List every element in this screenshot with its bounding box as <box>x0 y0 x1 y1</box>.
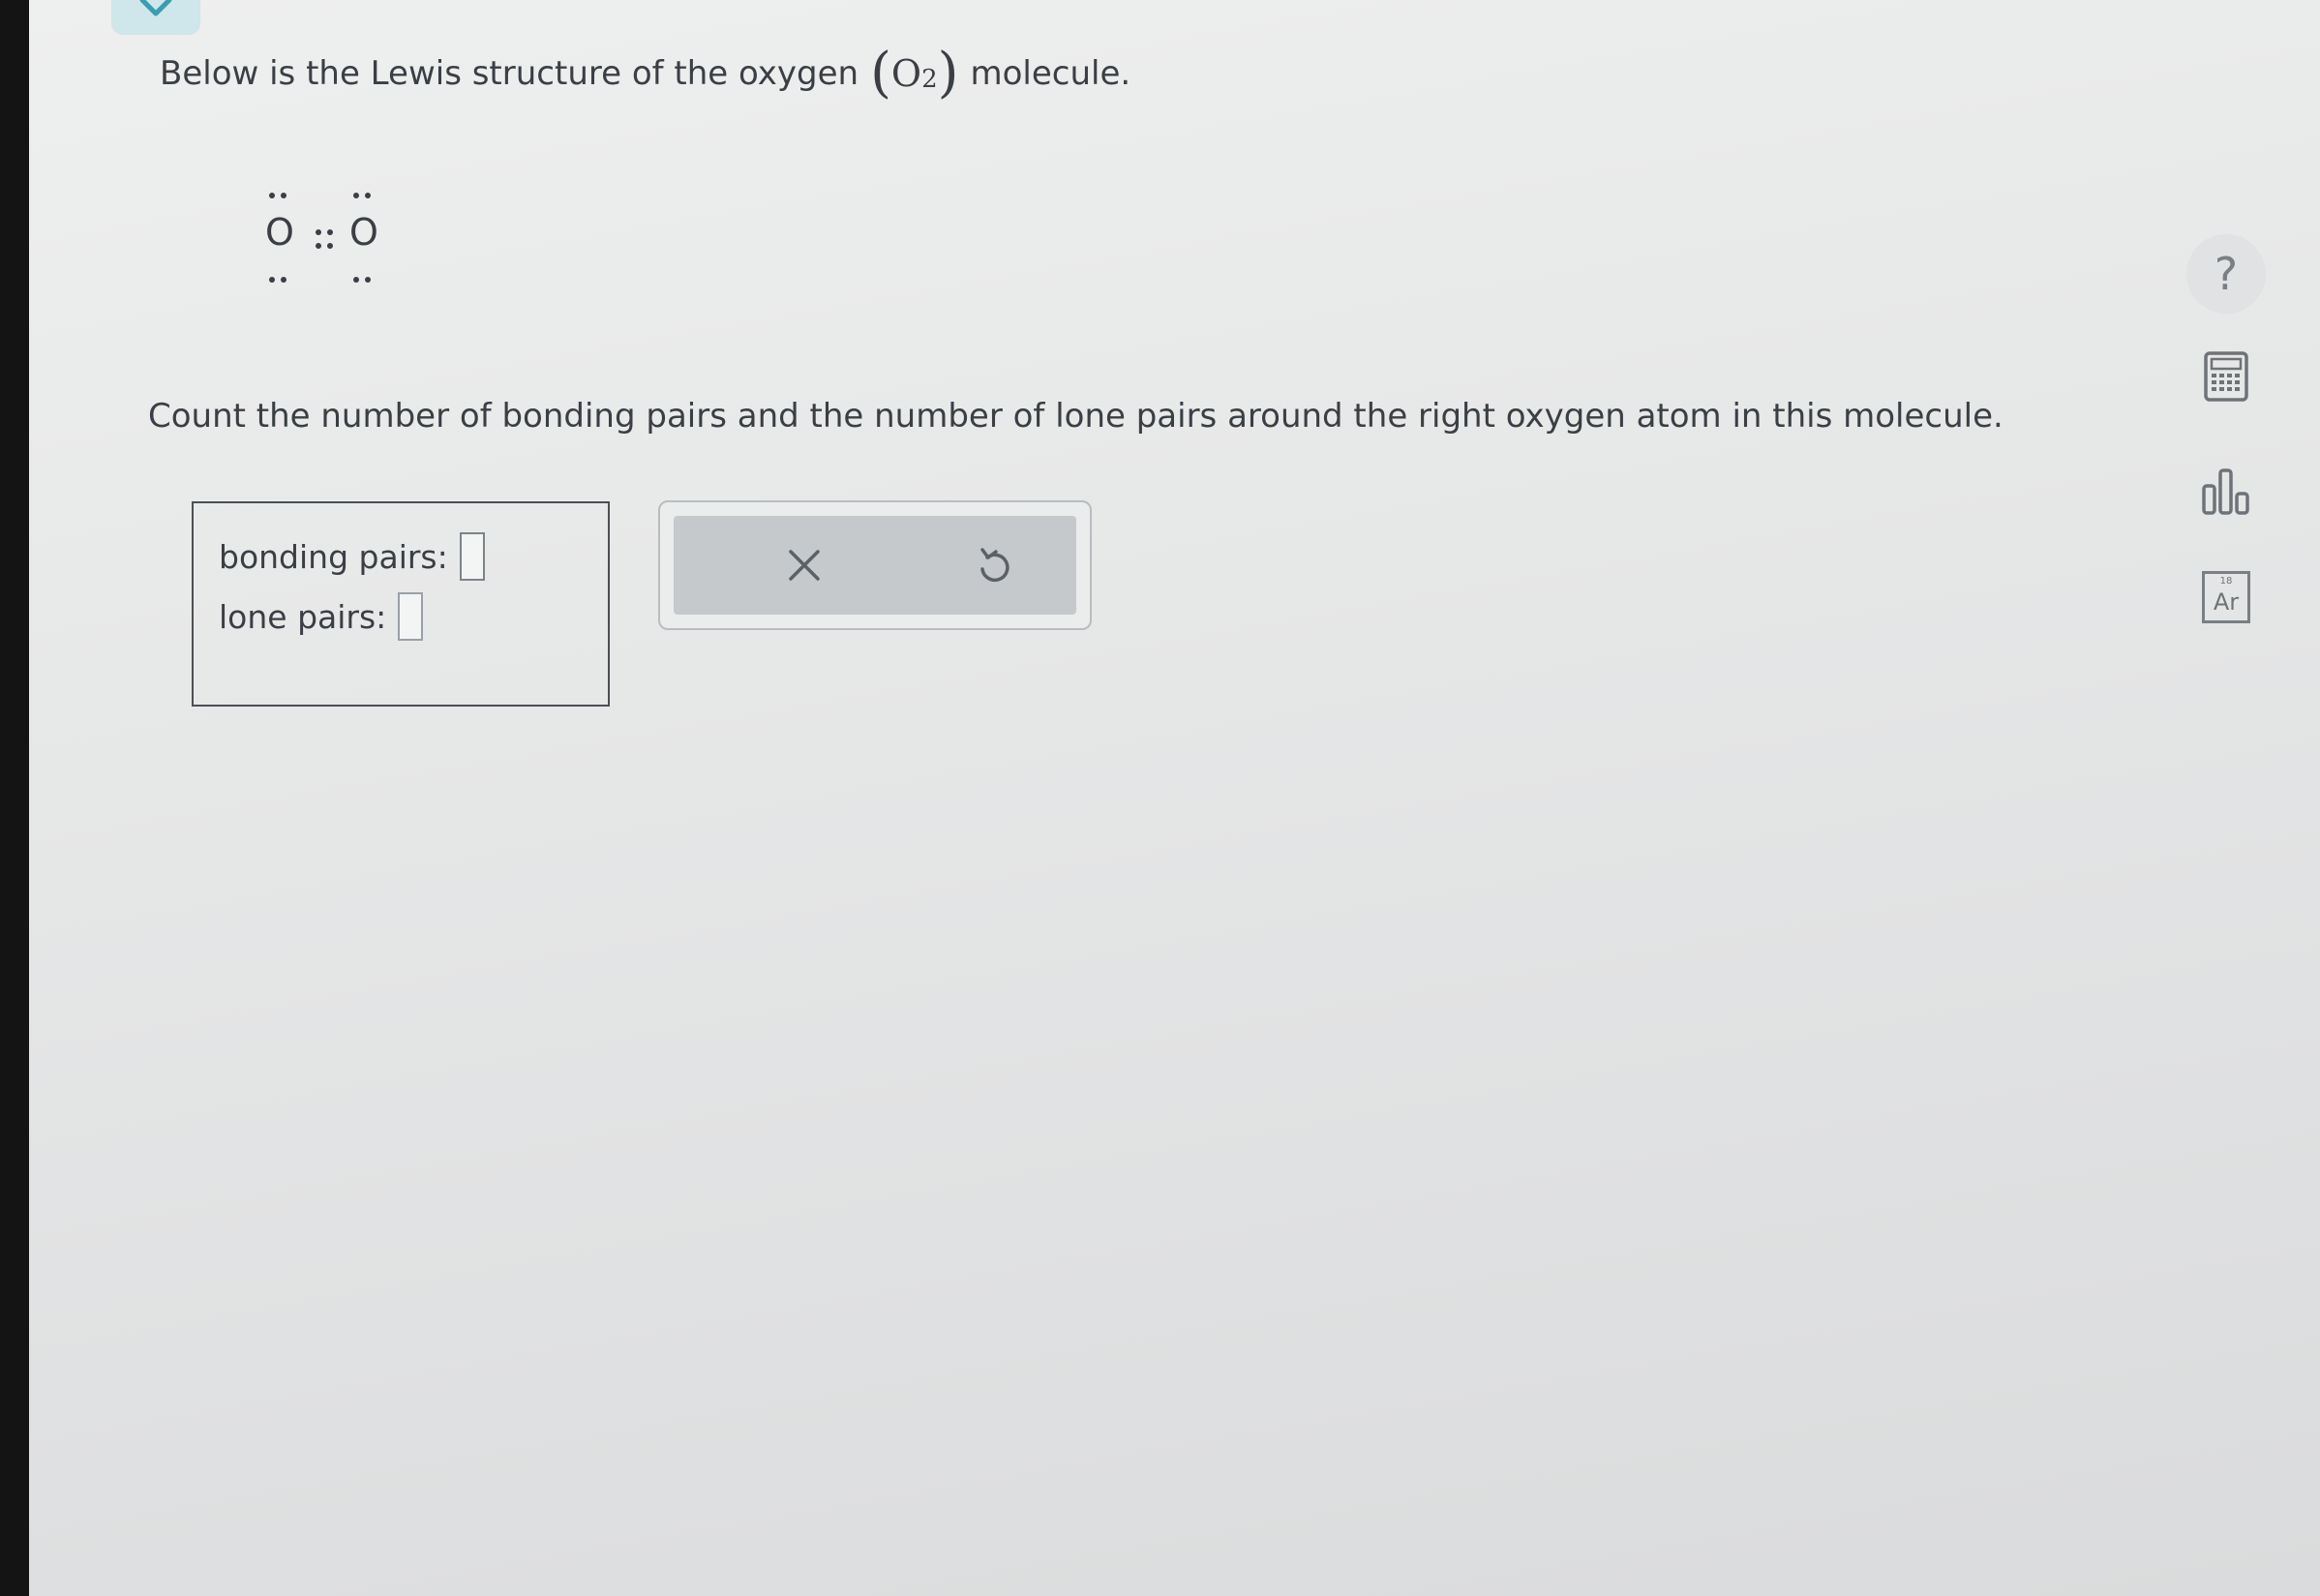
electron-dot <box>353 277 359 283</box>
electron-dot <box>353 193 359 198</box>
side-toolbar: ? 18 Ar <box>2183 0 2279 678</box>
intro-text-before: Below is the Lewis structure of the oxyg… <box>160 54 859 93</box>
bar-chart-icon <box>2202 468 2249 515</box>
collapse-tab[interactable] <box>111 0 200 35</box>
chevron-down-icon <box>139 0 172 16</box>
oxygen-formula: ( O2 ) <box>870 42 959 105</box>
action-panel <box>658 500 1092 630</box>
lone-pairs-label: lone pairs: <box>219 597 387 636</box>
lone-pairs-input[interactable] <box>398 592 424 641</box>
answer-box: bonding pairs: lone pairs: <box>192 501 610 707</box>
periodic-symbol: Ar <box>2213 588 2240 616</box>
intro-text: Below is the Lewis structure of the oxyg… <box>160 46 1130 101</box>
right-oxygen-atom: O <box>349 211 378 254</box>
data-button[interactable] <box>2183 447 2270 534</box>
electron-dot <box>365 193 371 198</box>
question-text: Count the number of bonding pairs and th… <box>148 397 2004 436</box>
bonding-electron-dot <box>316 243 321 249</box>
clear-button[interactable] <box>761 522 848 609</box>
electron-dot <box>365 277 371 283</box>
help-icon: ? <box>2186 234 2266 314</box>
action-bar <box>674 516 1076 615</box>
electron-dot <box>281 277 286 283</box>
periodic-table-icon: 18 Ar <box>2202 571 2250 623</box>
calculator-button[interactable] <box>2183 333 2270 420</box>
lone-pairs-row: lone pairs: <box>219 592 424 641</box>
screen: Below is the Lewis structure of the oxyg… <box>29 0 2320 1596</box>
bonding-pairs-label: bonding pairs: <box>219 537 448 576</box>
bonding-electron-dot <box>316 229 321 235</box>
bonding-pairs-input[interactable] <box>459 532 485 581</box>
left-oxygen-atom: O <box>265 211 294 254</box>
undo-icon <box>980 548 1009 583</box>
electron-dot <box>281 193 286 198</box>
bonding-electron-dot <box>327 243 333 249</box>
periodic-atomic-number: 18 <box>2219 576 2233 587</box>
undo-button[interactable] <box>950 522 1038 609</box>
help-button[interactable]: ? <box>2183 230 2270 317</box>
bonding-electron-dot <box>327 229 333 235</box>
electron-dot <box>269 193 275 198</box>
lewis-structure: O O <box>221 176 385 292</box>
bonding-pairs-row: bonding pairs: <box>219 532 485 581</box>
intro-text-after: molecule. <box>970 54 1131 93</box>
electron-dot <box>269 277 275 283</box>
formula-element: O <box>890 52 922 95</box>
periodic-table-button[interactable]: 18 Ar <box>2183 554 2270 641</box>
x-icon <box>789 550 820 581</box>
formula-subscript: 2 <box>921 65 938 94</box>
calculator-icon <box>2204 351 2248 402</box>
